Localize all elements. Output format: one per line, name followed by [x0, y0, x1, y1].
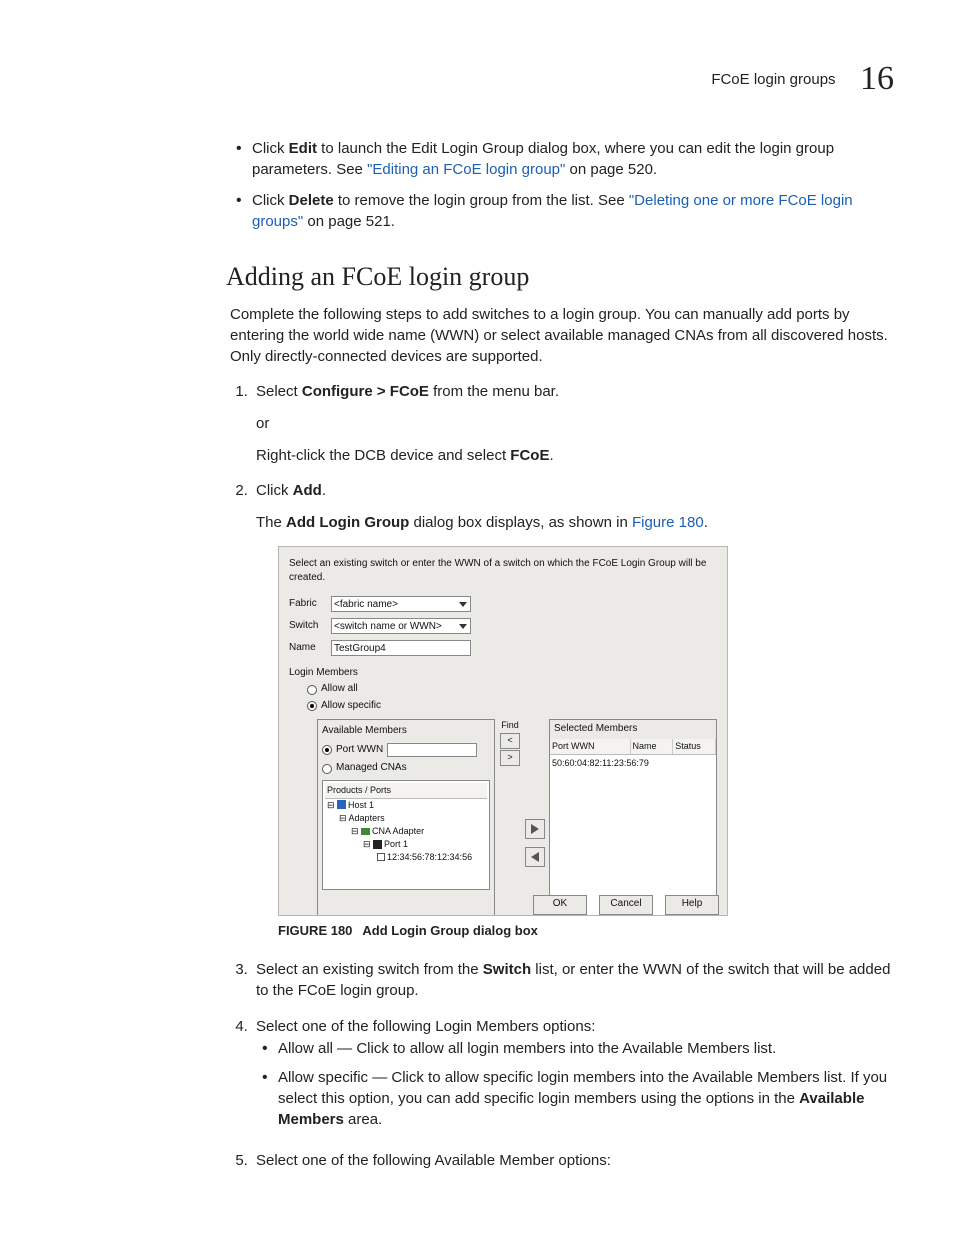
fabric-label: Fabric [289, 597, 331, 612]
selected-members-body[interactable]: 50:60:04:82:11:23:56:79 [550, 755, 716, 916]
allow-all-radio[interactable] [307, 685, 317, 695]
dialog-instruction: Select an existing switch or enter the W… [289, 557, 721, 586]
add-member-button[interactable] [525, 819, 545, 839]
port-wwn-radio[interactable] [322, 745, 332, 755]
host-icon [337, 800, 346, 809]
cancel-button[interactable]: Cancel [599, 895, 653, 915]
header-title: FCoE login groups [711, 71, 835, 88]
allow-all-radio-row[interactable]: Allow all [307, 682, 721, 697]
available-members-panel: Available Members Port WWN Managed CNAs [317, 719, 495, 916]
products-ports-tree[interactable]: Products / Ports ⊟ Host 1 ⊟ Adapters ⊟ C… [322, 780, 490, 890]
add-login-group-dialog: Select an existing switch or enter the W… [278, 546, 728, 916]
selected-members-panel: Selected Members Port WWN Name Status 50… [549, 719, 717, 916]
find-label: Find [501, 719, 519, 732]
right-arrow-icon [531, 824, 539, 834]
tree-header: Products / Ports [325, 783, 487, 799]
switch-label: Switch [289, 619, 331, 634]
remove-member-button[interactable] [525, 847, 545, 867]
port-icon [373, 840, 382, 849]
intro-paragraph: Complete the following steps to add swit… [230, 304, 894, 367]
page-header: FCoE login groups 16 [60, 60, 894, 98]
managed-cnas-label: Managed CNAs [336, 761, 407, 776]
switch-combo[interactable]: <switch name or WWN> [331, 618, 471, 634]
allow-specific-label: Allow specific [321, 699, 381, 714]
port-wwn-label: Port WWN [336, 743, 383, 758]
allow-all-label: Allow all [321, 682, 358, 697]
allow-specific-radio-row[interactable]: Allow specific [307, 699, 721, 714]
step-5: Select one of the following Available Me… [252, 1150, 894, 1172]
help-button[interactable]: Help [665, 895, 719, 915]
name-label: Name [289, 641, 331, 656]
bullet-delete: Click Delete to remove the login group f… [230, 190, 894, 232]
intro-bullet-list: Click Edit to launch the Edit Login Grou… [230, 138, 894, 232]
step-4-allow-all: Allow all — Click to allow all login mem… [256, 1038, 894, 1059]
section-heading: Adding an FCoE login group [226, 262, 894, 292]
link-figure-180[interactable]: Figure 180 [632, 514, 704, 531]
step-3: Select an existing switch from the Switc… [252, 959, 894, 1003]
step-4-allow-specific: Allow specific — Click to allow specific… [256, 1067, 894, 1130]
step-2-sub: The Add Login Group dialog box displays,… [256, 512, 894, 534]
selected-members-label: Selected Members [550, 720, 716, 739]
chapter-number: 16 [860, 60, 894, 97]
step-1-or: or [256, 413, 894, 435]
steps-list: Select Configure > FCoE from the menu ba… [230, 381, 894, 1172]
bullet-edit: Click Edit to launch the Edit Login Grou… [230, 138, 894, 180]
available-members-label: Available Members [322, 724, 490, 739]
find-prev-button[interactable]: < [500, 733, 520, 749]
left-arrow-icon [531, 852, 539, 862]
ok-button[interactable]: OK [533, 895, 587, 915]
step-1-alt: Right-click the DCB device and select FC… [256, 445, 894, 467]
step-1: Select Configure > FCoE from the menu ba… [252, 381, 894, 466]
step-4: Select one of the following Login Member… [252, 1016, 894, 1130]
cna-icon [361, 828, 370, 835]
name-input[interactable]: TestGroup4 [331, 640, 471, 656]
link-edit-login-group[interactable]: "Editing an FCoE login group" [367, 161, 565, 178]
figure-caption: FIGURE 180Add Login Group dialog box [278, 922, 894, 941]
step-2: Click Add. The Add Login Group dialog bo… [252, 480, 894, 940]
selected-members-header: Port WWN Name Status [550, 739, 716, 755]
leaf-icon [377, 853, 385, 861]
login-members-label: Login Members [289, 666, 721, 681]
find-next-button[interactable]: > [500, 750, 520, 766]
find-column: Find < > [499, 719, 521, 916]
allow-specific-radio[interactable] [307, 701, 317, 711]
fabric-combo[interactable]: <fabric name> [331, 596, 471, 612]
port-wwn-input[interactable] [387, 743, 477, 757]
selected-member-row[interactable]: 50:60:04:82:11:23:56:79 [552, 757, 714, 770]
managed-cnas-radio[interactable] [322, 764, 332, 774]
